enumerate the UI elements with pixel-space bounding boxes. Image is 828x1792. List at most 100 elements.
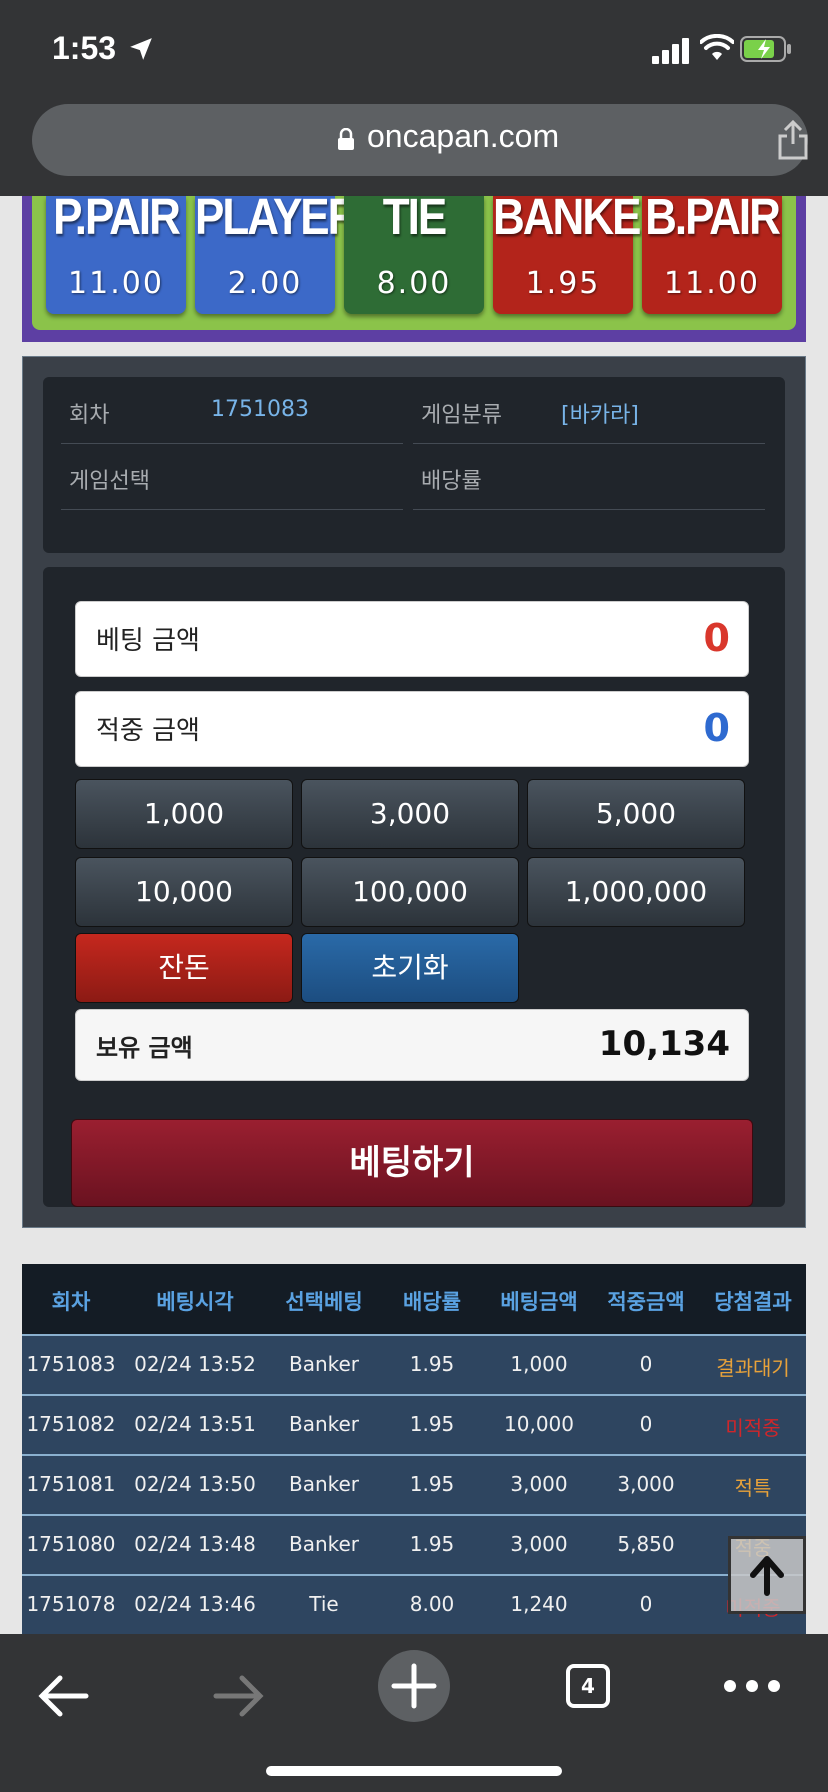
wifi-icon (700, 34, 734, 60)
betting-panel: 회차 1751083 게임분류 [바카라] 게임선택 배당률 베팅 금액 0 적… (22, 356, 806, 1228)
bet-form: 베팅 금액 0 적중 금액 0 1,000 3,000 5,000 10,000… (43, 567, 785, 1207)
bet-option-player[interactable]: PLAYER 2.00 (195, 189, 359, 314)
cell-bet-time: 02/24 13:51 (134, 1412, 256, 1436)
reset-button[interactable]: 초기화 (301, 933, 519, 1003)
cell-bet-time: 02/24 13:52 (134, 1352, 256, 1376)
info-round-row: 회차 1751083 (61, 377, 403, 444)
col-win-amount: 적중금액 (607, 1290, 685, 1314)
win-amount-field: 적중 금액 0 (75, 691, 749, 767)
info-odds-row: 배당률 (413, 443, 765, 510)
bet-option-odds: 1.95 (525, 266, 601, 301)
bet-history-table: 회차 베팅시각 선택베팅 배당률 베팅금액 적중금액 당첨결과 1751083 0… (22, 1264, 806, 1634)
lock-icon (338, 128, 354, 150)
amount-button-1000[interactable]: 1,000 (75, 779, 293, 849)
cell-odds: 1.95 (409, 1352, 455, 1376)
bet-option-tie[interactable]: TIE 8.00 (344, 189, 484, 314)
bet-option-bpair[interactable]: B.PAIR 11.00 (642, 189, 782, 314)
bet-option-name: TIE (382, 189, 447, 246)
bet-option-name: B.PAIR (645, 189, 781, 246)
cell-odds: 1.95 (409, 1412, 455, 1436)
table-header: 회차 베팅시각 선택베팅 배당률 베팅금액 적중금액 당첨결과 (22, 1264, 806, 1334)
browser-bottom-bar: 4 (0, 1634, 828, 1792)
amount-button-3000[interactable]: 3,000 (301, 779, 519, 849)
cell-bet-time: 02/24 13:50 (134, 1472, 256, 1496)
bet-option-odds: 8.00 (376, 266, 452, 301)
cell-bet-time: 02/24 13:46 (134, 1592, 256, 1616)
cell-selection: Banker (288, 1472, 360, 1496)
change-button[interactable]: 잔돈 (75, 933, 293, 1003)
bet-options-tray: P.PAIR 11.00 PLAYER 2.00 TIE 8.00 BANKER… (32, 189, 796, 330)
cell-selection: Tie (309, 1592, 339, 1616)
bet-option-odds: 2.00 (227, 266, 303, 301)
col-round: 회차 (51, 1290, 91, 1314)
col-bet-time: 베팅시각 (156, 1290, 234, 1314)
cell-round: 1751078 (26, 1592, 116, 1616)
cell-bet-time: 02/24 13:48 (134, 1532, 256, 1556)
info-round-label: 회차 (69, 403, 110, 428)
info-odds-label: 배당률 (421, 469, 482, 494)
win-amount-label: 적중 금액 (96, 716, 200, 746)
place-bet-button[interactable]: 베팅하기 (71, 1119, 753, 1207)
col-selection: 선택베팅 (285, 1290, 363, 1314)
bet-amount-value: 0 (703, 616, 730, 660)
cell-round: 1751080 (26, 1532, 116, 1556)
cell-bet-amount: 1,000 (510, 1352, 568, 1376)
tabs-button[interactable]: 4 (566, 1664, 610, 1708)
back-arrow-icon[interactable] (38, 1674, 90, 1718)
bet-option-ppair[interactable]: P.PAIR 11.00 (46, 189, 186, 314)
cell-odds: 1.95 (409, 1472, 455, 1496)
location-arrow-icon (130, 38, 152, 60)
cell-round: 1751082 (26, 1412, 116, 1436)
cell-result: 결과대기 (716, 1356, 790, 1380)
cell-odds: 1.95 (409, 1532, 455, 1556)
balance-value: 10,134 (598, 1024, 730, 1064)
cell-result: 미적중 (725, 1416, 781, 1440)
bet-info-box: 회차 1751083 게임분류 [바카라] 게임선택 배당률 (43, 377, 785, 553)
bet-option-name: BANKER (493, 189, 671, 246)
col-result: 당첨결과 (714, 1290, 792, 1314)
bet-option-odds: 11.00 (68, 266, 164, 301)
amount-button-10000[interactable]: 10,000 (75, 857, 293, 927)
bet-option-name: P.PAIR (53, 189, 181, 246)
home-indicator (266, 1766, 562, 1776)
cell-win-amount: 0 (639, 1352, 653, 1376)
battery-charging-icon (740, 36, 791, 62)
bet-option-odds: 11.00 (664, 266, 760, 301)
new-tab-plus-icon[interactable] (378, 1650, 450, 1722)
balance-label: 보유 금액 (96, 1034, 193, 1062)
amount-button-1000000[interactable]: 1,000,000 (527, 857, 745, 927)
bet-option-banker[interactable]: BANKER 1.95 (493, 189, 671, 314)
cell-selection: Banker (288, 1532, 360, 1556)
address-bar[interactable]: oncapan.com (32, 104, 808, 176)
info-game-type-value: [바카라] (561, 403, 639, 428)
cell-bet-amount: 1,240 (510, 1592, 568, 1616)
amount-button-5000[interactable]: 5,000 (527, 779, 745, 849)
cell-bet-amount: 3,000 (510, 1532, 568, 1556)
cell-win-amount: 5,850 (617, 1532, 675, 1556)
amount-button-100000[interactable]: 100,000 (301, 857, 519, 927)
win-amount-value: 0 (703, 706, 730, 750)
info-game-type-row: 게임분류 [바카라] (413, 377, 765, 444)
table-row: 1751083 02/24 13:52 Banker 1.95 1,000 0 결과대기 (22, 1334, 806, 1394)
col-odds: 배당률 (403, 1290, 461, 1314)
info-game-select-row: 게임선택 (61, 443, 403, 510)
cell-result: 적특 (734, 1476, 772, 1500)
more-dots-icon[interactable] (722, 1678, 782, 1694)
bet-amount-field: 베팅 금액 0 (75, 601, 749, 677)
cell-odds: 8.00 (409, 1592, 455, 1616)
browser-top-bar: 1:53 oncapan.com (0, 0, 828, 196)
cell-win-amount: 0 (639, 1412, 653, 1436)
balance-field: 보유 금액 10,134 (75, 1009, 749, 1081)
forward-arrow-icon[interactable] (212, 1674, 264, 1718)
table-row: 175107802/24 13:46Tie8.001,2400미적중 (22, 1574, 806, 1634)
bet-amount-label: 베팅 금액 (96, 626, 200, 656)
bet-option-name: PLAYER (195, 189, 359, 246)
cell-selection: Banker (288, 1352, 360, 1376)
info-game-select-label: 게임선택 (69, 469, 150, 494)
table-row: 1751081 02/24 13:50 Banker 1.95 3,000 3,000 적특 (22, 1454, 806, 1514)
url-text: oncapan.com (367, 118, 560, 154)
scroll-to-top-button[interactable] (728, 1536, 806, 1614)
info-round-value: 1751083 (211, 397, 309, 422)
share-icon[interactable] (776, 120, 810, 160)
cell-win-amount: 0 (639, 1592, 653, 1616)
